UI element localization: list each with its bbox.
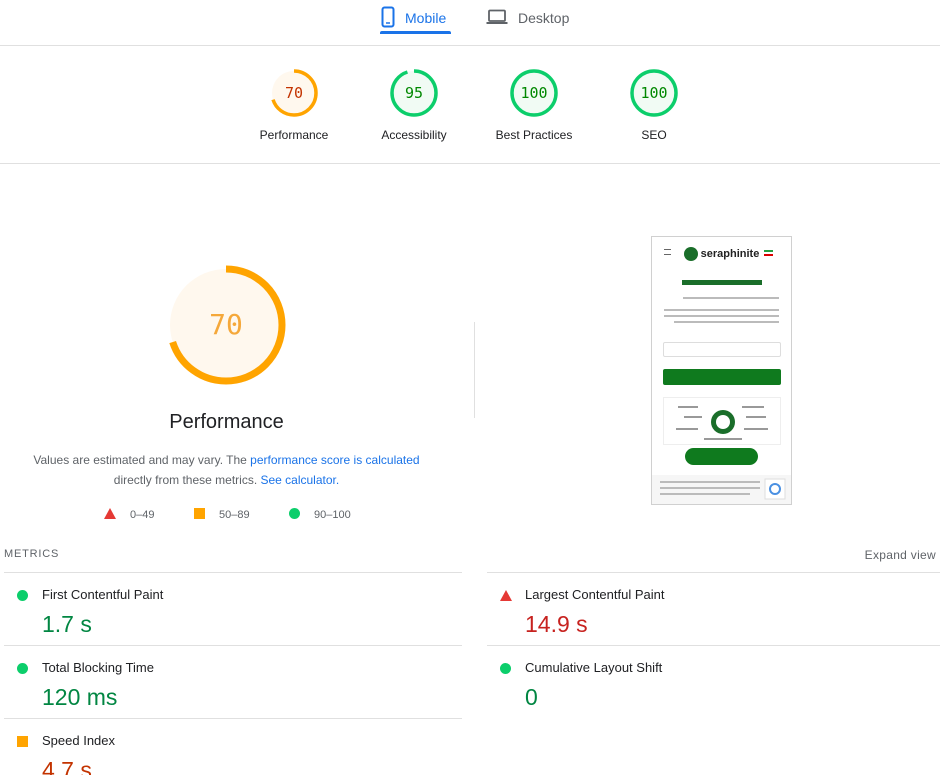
tab-desktop[interactable]: Desktop (486, 0, 569, 36)
phone-icon (381, 6, 395, 31)
category-label: SEO (641, 128, 667, 142)
metric-label: First Contentful Paint (42, 587, 164, 602)
metric-value: 4.7 s (42, 757, 92, 775)
score-value: 100 (640, 84, 668, 102)
legend-pass: 90–100 (289, 508, 351, 522)
flag-icon (764, 250, 773, 256)
score-value: 95 (404, 84, 424, 102)
text-line (664, 315, 779, 317)
active-tab-indicator (380, 31, 451, 34)
performance-title: Performance (169, 411, 284, 433)
legend-average: 50–89 (194, 508, 250, 522)
category-seo[interactable]: 100 SEO (594, 68, 714, 142)
page-screenshot[interactable]: seraphinite (651, 236, 792, 505)
pass-circle-icon (500, 661, 511, 679)
screenshot-button (663, 369, 781, 385)
category-label: Accessibility (381, 128, 447, 142)
category-scores: 70 Performance 95 Accessibility 100 Best… (0, 46, 940, 164)
score-gauge: 95 (389, 68, 439, 118)
see-calculator-link[interactable]: See calculator. (260, 473, 339, 487)
score-gauge: 70 (269, 68, 319, 118)
text-line (674, 321, 779, 323)
metrics-heading: METRICS (4, 548, 60, 560)
metric-label: Speed Index (42, 733, 116, 748)
triangle-icon (104, 508, 116, 522)
square-icon (194, 508, 205, 522)
text-line (664, 309, 779, 311)
average-square-icon (17, 734, 28, 752)
screenshot-graphic (663, 397, 781, 445)
metric-largest-contentful-paint: Largest Contentful Paint 14.9 s (487, 572, 940, 645)
score-gauge: 100 (629, 68, 679, 118)
text-line (683, 297, 779, 299)
category-performance[interactable]: 70 Performance (234, 68, 354, 142)
category-label: Performance (259, 128, 329, 142)
metric-value: 1.7 s (42, 611, 92, 637)
metric-first-contentful-paint: First Contentful Paint 1.7 s (4, 572, 462, 645)
performance-score-link[interactable]: performance score is calculated (250, 453, 419, 467)
screenshot-pill-button (685, 448, 758, 465)
site-logo-icon (683, 247, 698, 261)
pass-circle-icon (17, 588, 28, 606)
metric-value: 0 (525, 684, 538, 710)
screenshot-footer (652, 475, 791, 504)
expand-view-button[interactable]: Expand view (865, 548, 936, 562)
fail-triangle-icon (500, 588, 512, 606)
metric-label: Largest Contentful Paint (525, 587, 665, 602)
divider (474, 322, 475, 418)
pass-circle-icon (17, 661, 28, 679)
category-label: Best Practices (495, 128, 573, 142)
metric-cumulative-layout-shift: Cumulative Layout Shift 0 (487, 645, 940, 718)
score-value: 70 (284, 84, 304, 102)
legend-fail: 0–49 (104, 508, 154, 522)
tab-mobile-label: Mobile (405, 10, 447, 26)
tab-desktop-label: Desktop (518, 10, 570, 26)
screenshot-headline (652, 279, 791, 288)
performance-score: 70 (209, 308, 243, 341)
laptop-icon (486, 9, 508, 28)
metric-speed-index: Speed Index 4.7 s (4, 718, 462, 775)
score-gauge: 100 (509, 68, 559, 118)
metric-total-blocking-time: Total Blocking Time 120 ms (4, 645, 462, 718)
metric-value: 14.9 s (525, 611, 588, 637)
performance-gauge: 70 (166, 265, 286, 385)
circle-icon (289, 508, 300, 522)
device-tabs: Mobile Desktop (0, 0, 940, 46)
category-best-practices[interactable]: 100 Best Practices (474, 68, 594, 142)
metric-value: 120 ms (42, 684, 118, 710)
score-legend: 0–49 50–89 90–100 (0, 508, 453, 526)
category-accessibility[interactable]: 95 Accessibility (354, 68, 474, 142)
screenshot-input (663, 342, 781, 357)
metric-label: Total Blocking Time (42, 660, 154, 675)
metric-label: Cumulative Layout Shift (525, 660, 663, 675)
score-value: 100 (520, 84, 548, 102)
performance-description: Values are estimated and may vary. The p… (33, 453, 420, 487)
